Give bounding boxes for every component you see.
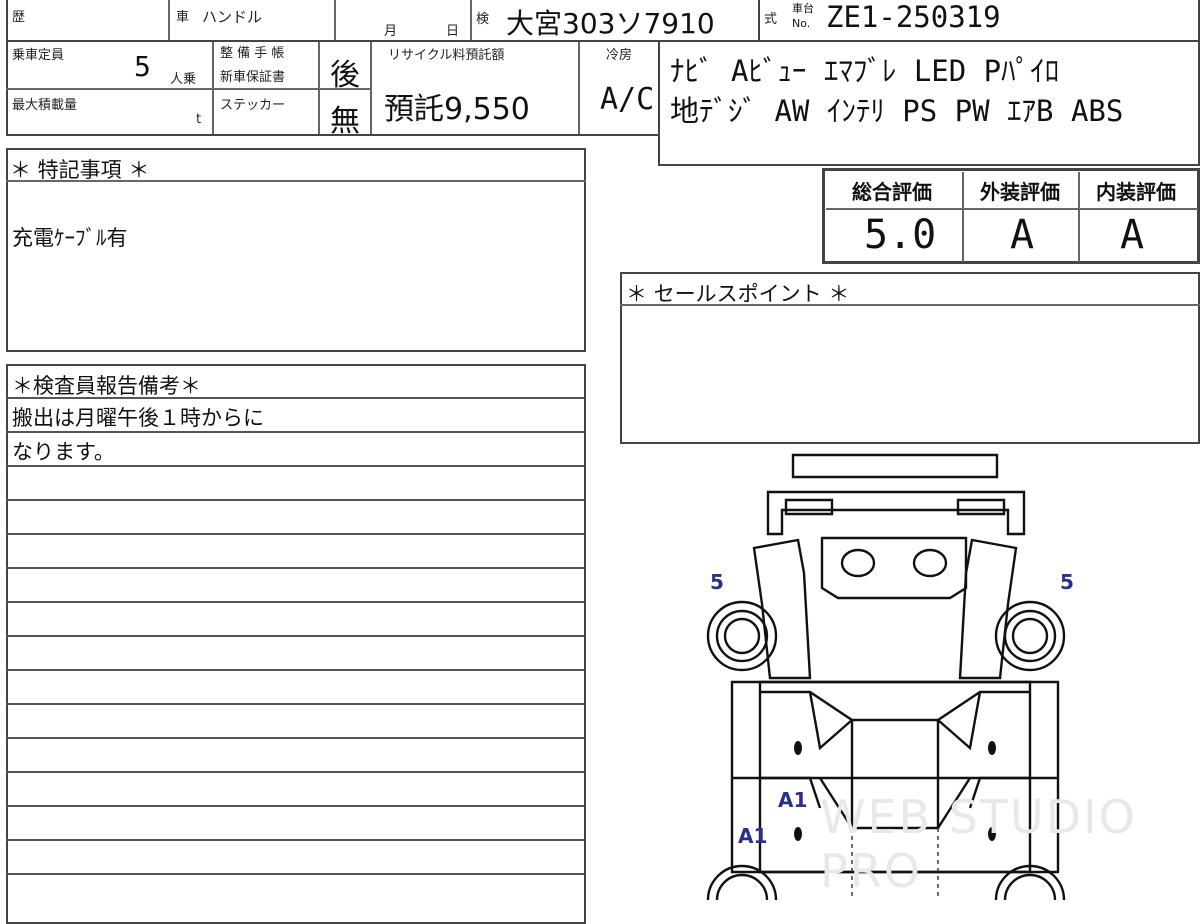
rule-line — [6, 805, 584, 807]
damage-mark-a1-lower: A1 — [738, 824, 768, 848]
inspection-label: 検 — [476, 12, 490, 27]
chassis-no-label: No. — [792, 17, 811, 30]
specs-row-divider — [6, 88, 370, 90]
header-divider — [168, 0, 170, 40]
special-notes-title: ＊ 特記事項 ＊ — [10, 158, 150, 182]
max-load-label: 最大積載量 — [12, 98, 78, 113]
equipment-line-1: ﾅﾋﾞ Aﾋﾞｭｰ ｴﾏﾌﾞﾚ LED Pﾊﾟｲﾛ — [670, 54, 1060, 88]
specs-col-divider — [578, 42, 580, 134]
inspector-notes-line-2: なります。 — [12, 440, 115, 464]
rule-line — [6, 669, 584, 671]
header-divider — [470, 0, 472, 40]
ratings-divider — [1078, 172, 1080, 262]
model-label: 式 — [764, 12, 778, 27]
rule-line — [6, 567, 584, 569]
maintenance-value: 後 — [330, 58, 360, 93]
equipment-line-2: 地ﾃﾞｼﾞ AW ｲﾝﾃﾘ PS PW ｴｱB ABS — [670, 94, 1124, 128]
rule-line — [6, 601, 584, 603]
overall-rating-value: 5.0 — [864, 212, 937, 258]
rule-line — [6, 499, 584, 501]
maintenance-label: 整 備 手 帳 — [220, 46, 285, 61]
capacity-label: 乗車定員 — [12, 48, 65, 63]
capacity-value: 5 — [134, 50, 151, 83]
sticker-label: ステッカー — [220, 98, 286, 113]
interior-rating-value: A — [1120, 212, 1145, 258]
history-label: 歴 — [12, 10, 26, 25]
exterior-rating-label: 外装評価 — [980, 180, 1060, 204]
recycle-label: リサイクル料預託額 — [388, 48, 505, 63]
specs-col-divider — [318, 42, 320, 134]
sticker-value: 無 — [330, 104, 360, 139]
capacity-unit: 人乗 — [170, 72, 197, 87]
header-divider — [334, 0, 336, 40]
ratings-divider — [962, 172, 964, 262]
steering-value: ハンドル — [202, 8, 263, 26]
day-label: 日 — [446, 24, 460, 39]
special-notes-text: 充電ｹｰﾌﾞﾙ有 — [12, 226, 128, 250]
specs-col-divider — [212, 42, 214, 134]
recycle-value: 預託9,550 — [384, 92, 530, 127]
chassis-number: ZE1-250319 — [826, 0, 1001, 34]
watermark-text: WEB STUDIO PRO — [820, 790, 1137, 898]
rule-line — [6, 771, 584, 773]
month-label: 月 — [384, 24, 398, 39]
left-wheel-mark: 5 — [710, 570, 724, 594]
rule-line — [6, 533, 584, 535]
ac-label: 冷房 — [606, 48, 633, 63]
warranty-label: 新車保証書 — [220, 70, 286, 85]
rule-line — [6, 873, 584, 875]
steering-label: 車 — [176, 10, 190, 25]
exterior-rating-value: A — [1010, 212, 1035, 258]
plate-number: 大宮303ソ7910 — [506, 7, 715, 40]
max-load-unit: t — [196, 112, 202, 127]
rule-line — [6, 839, 584, 841]
ratings-divider — [826, 208, 1198, 210]
rule-line — [6, 635, 584, 637]
specs-col-divider — [370, 42, 372, 134]
damage-mark-a1: A1 — [778, 788, 808, 812]
overall-rating-label: 総合評価 — [852, 180, 932, 204]
chassis-label: 車台 — [792, 2, 814, 15]
sales-points-title: ＊ セールスポイント ＊ — [626, 282, 850, 306]
interior-rating-label: 内装評価 — [1096, 180, 1176, 204]
rule-line — [6, 703, 584, 705]
inspector-notes-title: ＊検査員報告備考＊ — [12, 374, 201, 398]
right-wheel-mark: 5 — [1060, 570, 1074, 594]
rule-line — [6, 397, 584, 399]
rule-line — [6, 737, 584, 739]
inspector-notes-line-1: 搬出は月曜午後１時からに — [12, 406, 264, 430]
ac-value: A/C — [600, 82, 655, 117]
